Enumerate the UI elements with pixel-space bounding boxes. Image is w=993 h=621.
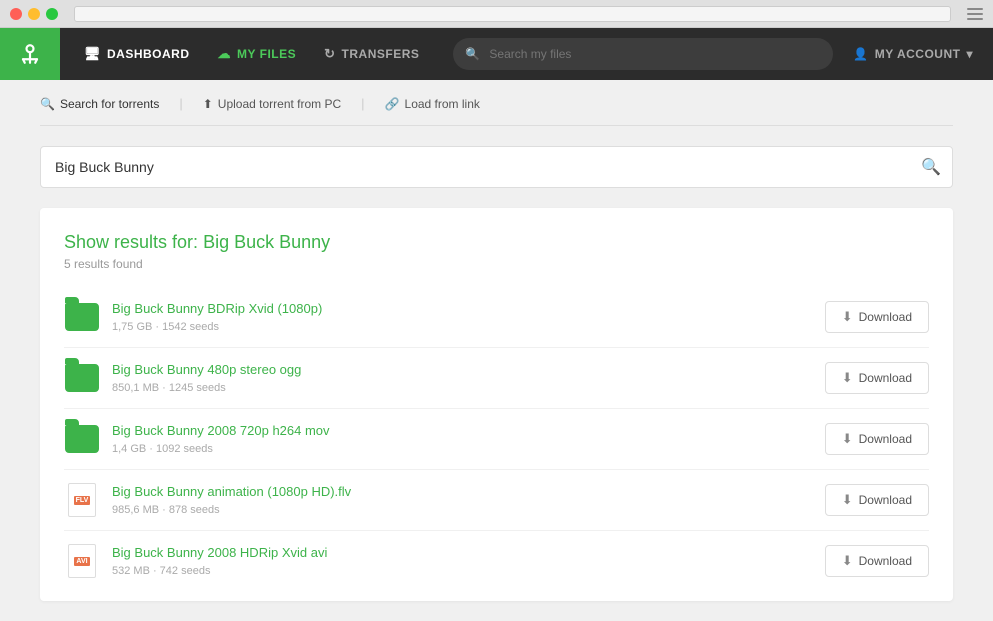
sub-nav: 🔍 Search for torrents | ⬆ Upload torrent…: [40, 80, 953, 126]
results-list: Big Buck Bunny BDRip Xvid (1080p) 1,75 GB…: [64, 287, 929, 591]
file-icon: FLV: [64, 482, 100, 518]
minimize-button[interactable]: [28, 8, 40, 20]
result-name[interactable]: Big Buck Bunny 2008 HDRip Xvid avi: [112, 545, 825, 560]
nav-links: 🖥 Dashboard ☁ My Files ↻ Transfers: [70, 28, 433, 80]
download-icon: ⬇: [842, 492, 853, 508]
result-row: Big Buck Bunny BDRip Xvid (1080p) 1,75 GB…: [64, 287, 929, 348]
logo[interactable]: [0, 28, 60, 80]
result-info: Big Buck Bunny animation (1080p HD).flv 9…: [112, 484, 825, 516]
result-row: FLV Big Buck Bunny animation (1080p HD).f…: [64, 470, 929, 531]
content: 🔍 Search for torrents | ⬆ Upload torrent…: [0, 80, 993, 621]
nav-search-icon: 🔍: [465, 47, 480, 61]
file-icon: AVI: [64, 543, 100, 579]
account-icon: 👤: [853, 47, 868, 61]
nav-search-input[interactable]: [453, 38, 833, 70]
nav-dashboard[interactable]: 🖥 Dashboard: [70, 28, 204, 80]
link-icon: 🔗: [385, 97, 400, 111]
subnav-load-link[interactable]: 🔗 Load from link: [385, 97, 500, 111]
nav-transfers[interactable]: ↻ Transfers: [310, 28, 433, 80]
nav-account[interactable]: 👤 My Account ▾: [853, 47, 993, 61]
transfer-icon: ↻: [324, 46, 335, 62]
result-name[interactable]: Big Buck Bunny BDRip Xvid (1080p): [112, 301, 825, 316]
download-button[interactable]: ⬇Download: [825, 301, 929, 333]
chevron-down-icon: ▾: [966, 47, 973, 61]
menu-icon[interactable]: [967, 8, 983, 20]
nav-transfers-label: Transfers: [342, 47, 420, 61]
result-meta: 850,1 MB · 1245 seeds: [112, 382, 226, 394]
result-info: Big Buck Bunny 480p stereo ogg 850,1 MB ·…: [112, 362, 825, 394]
download-icon: ⬇: [842, 370, 853, 386]
folder-icon: [64, 299, 100, 335]
nav-myfiles[interactable]: ☁ My Files: [204, 28, 311, 80]
download-button[interactable]: ⬇Download: [825, 545, 929, 577]
result-row: Big Buck Bunny 2008 720p h264 mov 1,4 GB …: [64, 409, 929, 470]
result-meta: 532 MB · 742 seeds: [112, 565, 210, 577]
search-icon: 🔍: [40, 97, 55, 111]
result-name[interactable]: Big Buck Bunny 2008 720p h264 mov: [112, 423, 825, 438]
download-icon: ⬇: [842, 553, 853, 569]
subnav-search-label: Search for torrents: [60, 97, 159, 111]
download-icon: ⬇: [842, 431, 853, 447]
search-box-wrap: 🔍: [40, 146, 953, 188]
subnav-load-label: Load from link: [405, 97, 480, 111]
upload-icon: ⬆: [203, 97, 213, 111]
subnav-upload-label: Upload torrent from PC: [218, 97, 341, 111]
result-info: Big Buck Bunny BDRip Xvid (1080p) 1,75 GB…: [112, 301, 825, 333]
result-row: AVI Big Buck Bunny 2008 HDRip Xvid avi 532…: [64, 531, 929, 591]
download-icon: ⬇: [842, 309, 853, 325]
search-submit-icon[interactable]: 🔍: [921, 157, 941, 177]
result-name[interactable]: Big Buck Bunny 480p stereo ogg: [112, 362, 825, 377]
subnav-search-torrents[interactable]: 🔍 Search for torrents: [40, 97, 179, 111]
download-button[interactable]: ⬇Download: [825, 423, 929, 455]
nav-myfiles-label: My Files: [237, 47, 296, 61]
results-title: Show results for: Big Buck Bunny: [64, 232, 929, 253]
folder-icon: [64, 360, 100, 396]
result-info: Big Buck Bunny 2008 720p h264 mov 1,4 GB …: [112, 423, 825, 455]
navbar: 🖥 Dashboard ☁ My Files ↻ Transfers 🔍 👤 M…: [0, 28, 993, 80]
download-button[interactable]: ⬇Download: [825, 484, 929, 516]
title-bar: [0, 0, 993, 28]
download-button[interactable]: ⬇Download: [825, 362, 929, 394]
cloud-icon: ☁: [218, 46, 232, 62]
nav-search: 🔍: [453, 38, 833, 70]
results-count: 5 results found: [64, 257, 929, 271]
results-query: Big Buck Bunny: [203, 232, 330, 252]
result-meta: 985,6 MB · 878 seeds: [112, 504, 220, 516]
result-info: Big Buck Bunny 2008 HDRip Xvid avi 532 MB…: [112, 545, 825, 577]
result-name[interactable]: Big Buck Bunny animation (1080p HD).flv: [112, 484, 825, 499]
maximize-button[interactable]: [46, 8, 58, 20]
results-section: Show results for: Big Buck Bunny 5 resul…: [40, 208, 953, 601]
close-button[interactable]: [10, 8, 22, 20]
url-bar: [74, 6, 951, 22]
nav-account-label: My Account: [875, 47, 961, 61]
logo-icon: [16, 40, 44, 68]
result-row: Big Buck Bunny 480p stereo ogg 850,1 MB ·…: [64, 348, 929, 409]
folder-icon: [64, 421, 100, 457]
torrent-search-input[interactable]: [40, 146, 953, 188]
nav-dashboard-label: Dashboard: [107, 47, 190, 61]
dashboard-icon: 🖥: [84, 46, 101, 62]
result-meta: 1,75 GB · 1542 seeds: [112, 321, 219, 333]
subnav-upload-torrent[interactable]: ⬆ Upload torrent from PC: [203, 97, 361, 111]
result-meta: 1,4 GB · 1092 seeds: [112, 443, 213, 455]
